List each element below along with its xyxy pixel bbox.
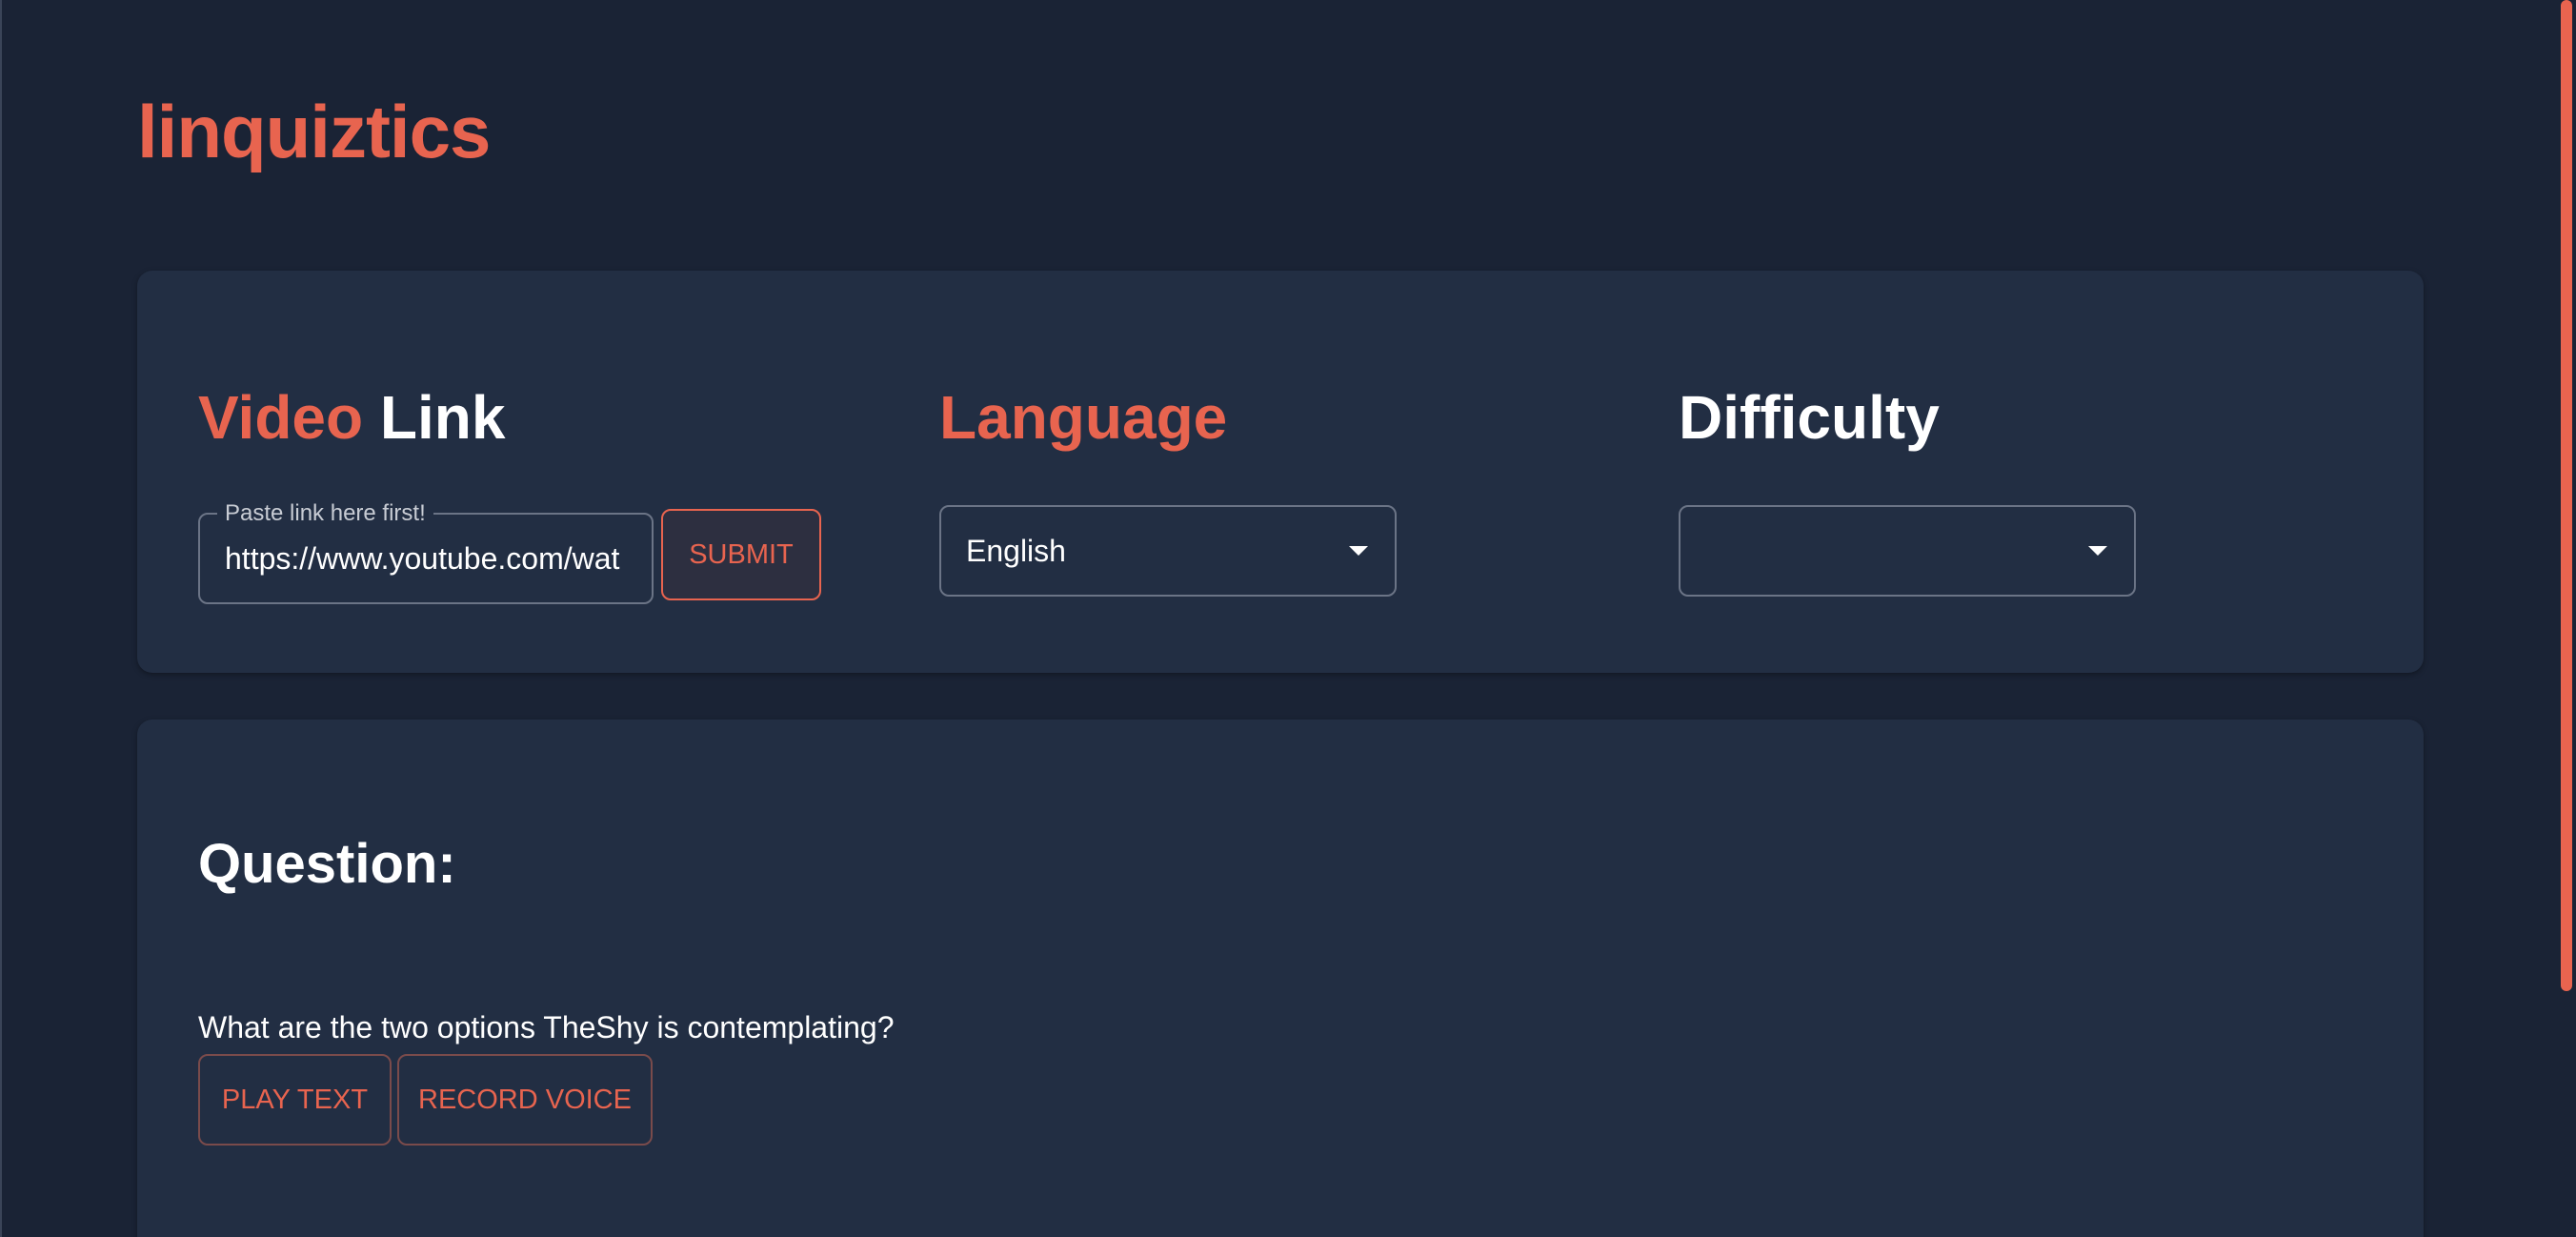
window-left-border — [0, 0, 2, 1237]
video-link-label: Paste link here first! — [217, 499, 433, 528]
difficulty-select[interactable] — [1679, 505, 2136, 597]
scrollbar-thumb[interactable] — [2561, 0, 2572, 991]
language-select-value: English — [966, 533, 1066, 568]
submit-button[interactable]: SUBMIT — [661, 509, 821, 600]
record-voice-button[interactable]: RECORD VOICE — [397, 1054, 653, 1146]
play-text-button[interactable]: PLAY TEXT — [198, 1054, 392, 1146]
video-heading-accent: Video — [198, 383, 364, 452]
video-link-heading: Video Link — [198, 379, 505, 456]
page: linquiztics Video Link Paste link here f… — [0, 0, 2576, 1237]
difficulty-heading: Difficulty — [1679, 383, 1940, 452]
video-heading-rest: Link — [379, 383, 506, 452]
question-heading: Question: — [198, 833, 456, 895]
language-heading: Language — [939, 383, 1228, 452]
language-select[interactable]: English — [939, 505, 1397, 597]
app-title: linquiztics — [137, 90, 491, 173]
question-text: What are the two options TheShy is conte… — [198, 1010, 895, 1044]
settings-card: Video Link Paste link here first! SUBMIT… — [137, 271, 2424, 673]
video-link-field[interactable]: Paste link here first! — [198, 499, 654, 604]
question-card: Question: What are the two options TheSh… — [137, 720, 2424, 1237]
chevron-down-icon — [2088, 546, 2107, 556]
chevron-down-icon — [1349, 546, 1368, 556]
